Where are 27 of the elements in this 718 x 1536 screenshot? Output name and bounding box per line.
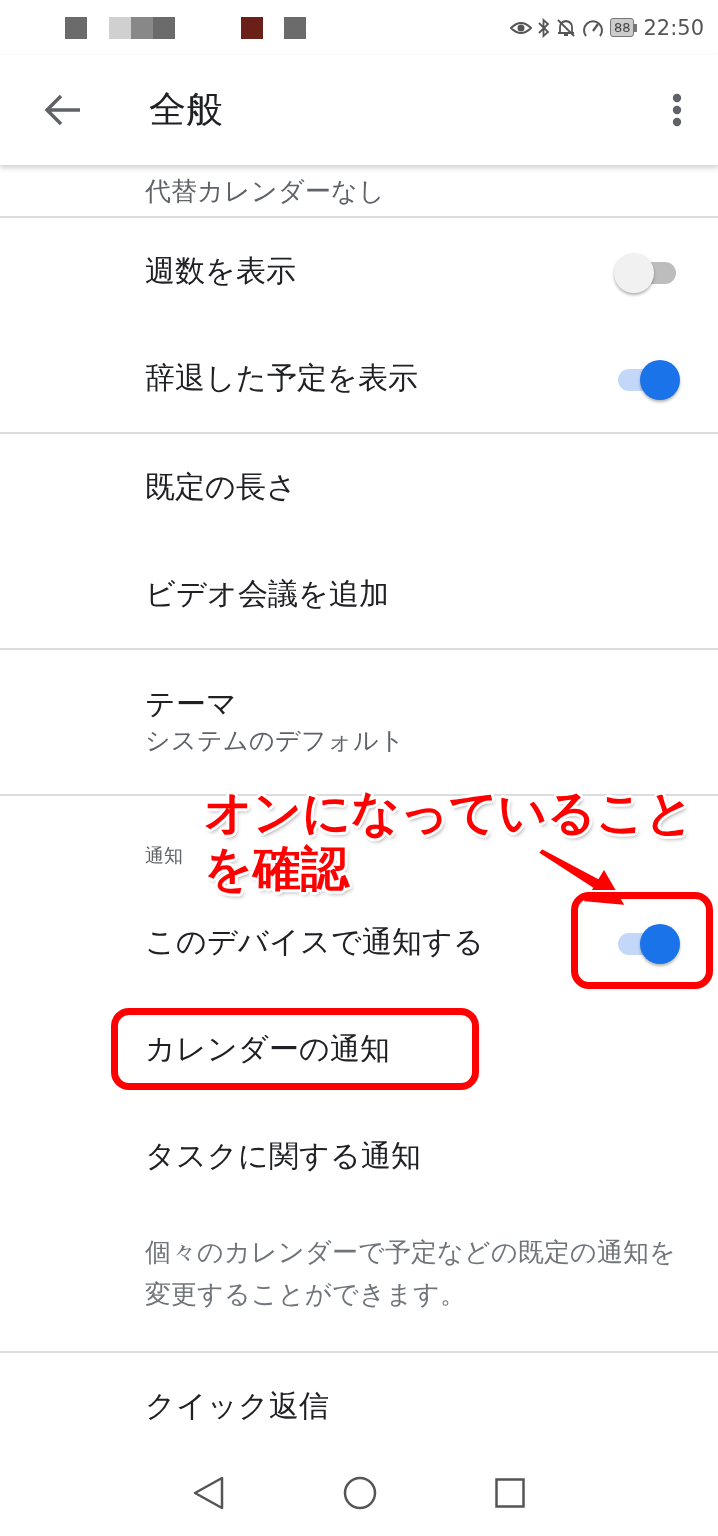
annotation-text: オンになっていること (204, 784, 694, 840)
recents-button[interactable] (495, 1478, 525, 1508)
setting-item[interactable]: 既定の長さ (145, 467, 680, 508)
section-header: 通知 (145, 843, 183, 868)
more-options-button[interactable] (672, 93, 682, 127)
setting-label[interactable]: 週数を表示 (145, 251, 614, 292)
home-button[interactable] (343, 1476, 377, 1510)
setting-label[interactable]: 辞退した予定を表示 (145, 358, 614, 399)
bluetooth-icon (537, 17, 550, 38)
eye-icon (509, 19, 532, 36)
setting-subtitle: 代替カレンダーなし (145, 178, 385, 204)
speedometer-icon (581, 17, 604, 38)
setting-item[interactable]: テーマ (145, 684, 718, 724)
battery-icon: 88 (609, 18, 635, 37)
help-text: 個々のカレンダーで予定などの既定の通知を変更することができます。 (144, 1236, 677, 1311)
back-button[interactable] (44, 93, 82, 127)
setting-subtitle: システムのデフォルト (145, 725, 406, 757)
screen-title: 全般 (149, 87, 224, 133)
annotation-text: を確認 (204, 840, 349, 896)
setting-label[interactable]: このデバイスで通知する (145, 922, 614, 963)
setting-item[interactable]: クイック返信 (145, 1386, 680, 1427)
bell-off-icon (555, 17, 576, 38)
setting-item[interactable]: カレンダーの通知 (145, 1029, 680, 1070)
setting-item[interactable]: ビデオ会議を追加 (145, 574, 680, 615)
setting-item[interactable]: タスクに関する通知 (145, 1136, 680, 1177)
back-nav-button[interactable] (193, 1476, 225, 1510)
clock: 22:50 (643, 15, 704, 40)
